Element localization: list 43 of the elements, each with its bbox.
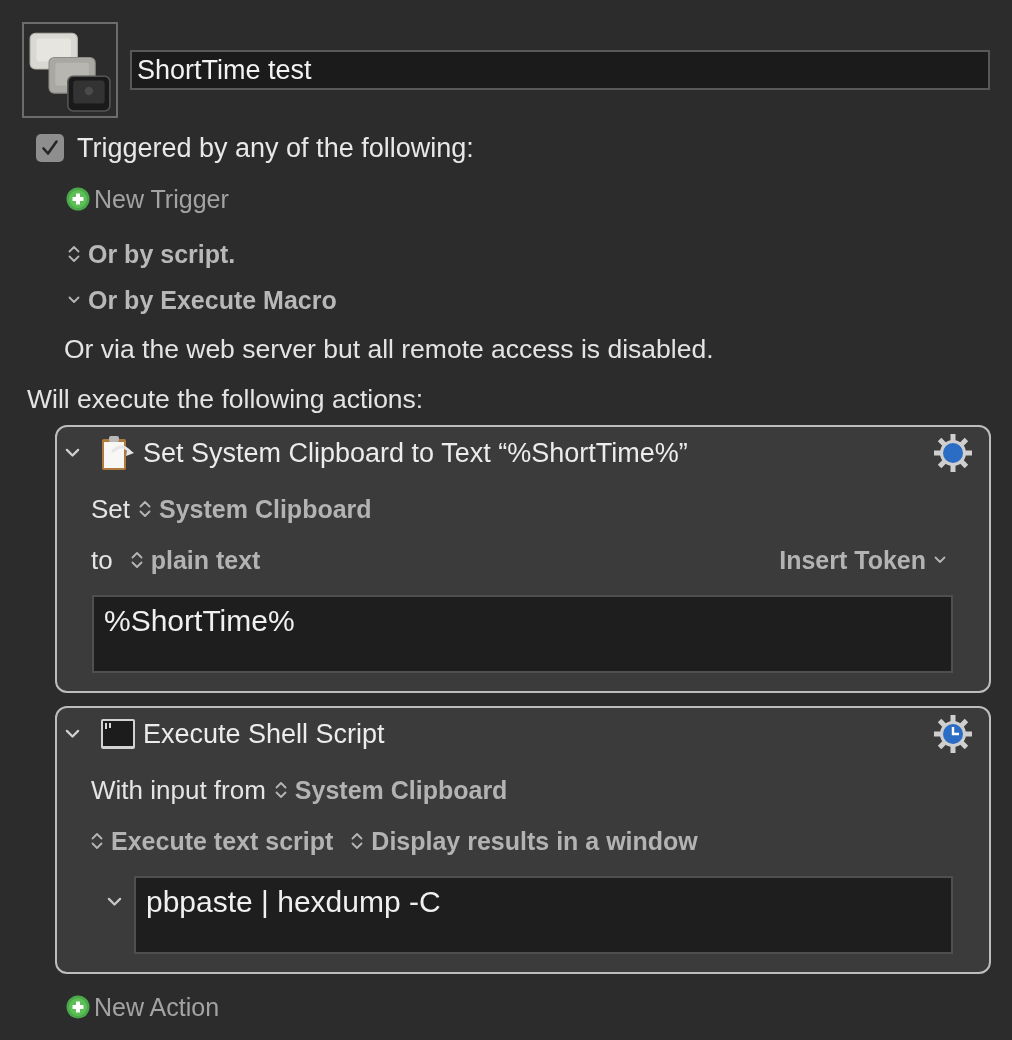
- action-title: Execute Shell Script: [143, 718, 385, 750]
- chevron-down-icon: [934, 556, 946, 564]
- updown-chevron-icon: [139, 499, 152, 519]
- popup-button[interactable]: Execute text script: [91, 826, 334, 856]
- popup-button[interactable]: Or by script.: [68, 239, 236, 269]
- field-label: Set: [91, 494, 131, 524]
- text-field[interactable]: pbpaste | hexdump -C: [134, 876, 953, 954]
- name-field[interactable]: ShortTime test: [130, 50, 990, 90]
- checkbox[interactable]: [36, 134, 64, 162]
- plus-icon: [66, 187, 90, 211]
- popup-button[interactable]: plain text: [130, 545, 261, 575]
- web-server-note: Or via the web server but all remote access is disabled.: [64, 334, 714, 364]
- actions-heading: Will execute the following actions:: [27, 384, 424, 414]
- action-title: Set System Clipboard to Text “%ShortTime%”: [143, 437, 688, 469]
- updown-chevron-icon: [130, 550, 143, 570]
- field-label: With input from: [91, 775, 266, 805]
- chevron-down-icon: [107, 896, 122, 907]
- gear-clock-icon: [934, 715, 972, 753]
- clipboard-icon: [100, 434, 136, 472]
- icon-well[interactable]: [22, 22, 118, 118]
- new-action-button[interactable]: New Action: [66, 992, 220, 1022]
- plus-icon: [66, 995, 90, 1019]
- updown-chevron-icon: [68, 244, 80, 264]
- check-icon: [40, 138, 60, 158]
- updown-chevron-icon: [274, 780, 287, 800]
- action-settings-button[interactable]: [934, 715, 972, 753]
- trigger-heading: Triggered by any of the following:: [77, 132, 474, 164]
- chevron-down-icon: [68, 296, 80, 304]
- new-trigger-button[interactable]: New Trigger: [66, 184, 229, 214]
- chevron-down-icon: [65, 448, 80, 458]
- action-settings-button[interactable]: [934, 434, 972, 472]
- menu-button[interactable]: Or by Execute Macro: [68, 285, 337, 315]
- popup-button[interactable]: System Clipboard: [274, 775, 508, 805]
- terminal-icon: [100, 718, 136, 750]
- popup-button[interactable]: System Clipboard: [139, 494, 372, 524]
- gear-icon: [934, 434, 972, 472]
- menu-button[interactable]: Insert Token: [779, 545, 946, 575]
- text-field[interactable]: %ShortTime%: [92, 595, 953, 673]
- field-label: to: [91, 545, 113, 575]
- updown-chevron-icon: [351, 831, 364, 851]
- updown-chevron-icon: [91, 831, 103, 851]
- chevron-down-icon: [65, 729, 80, 739]
- popup-button[interactable]: Display results in a window: [351, 826, 698, 856]
